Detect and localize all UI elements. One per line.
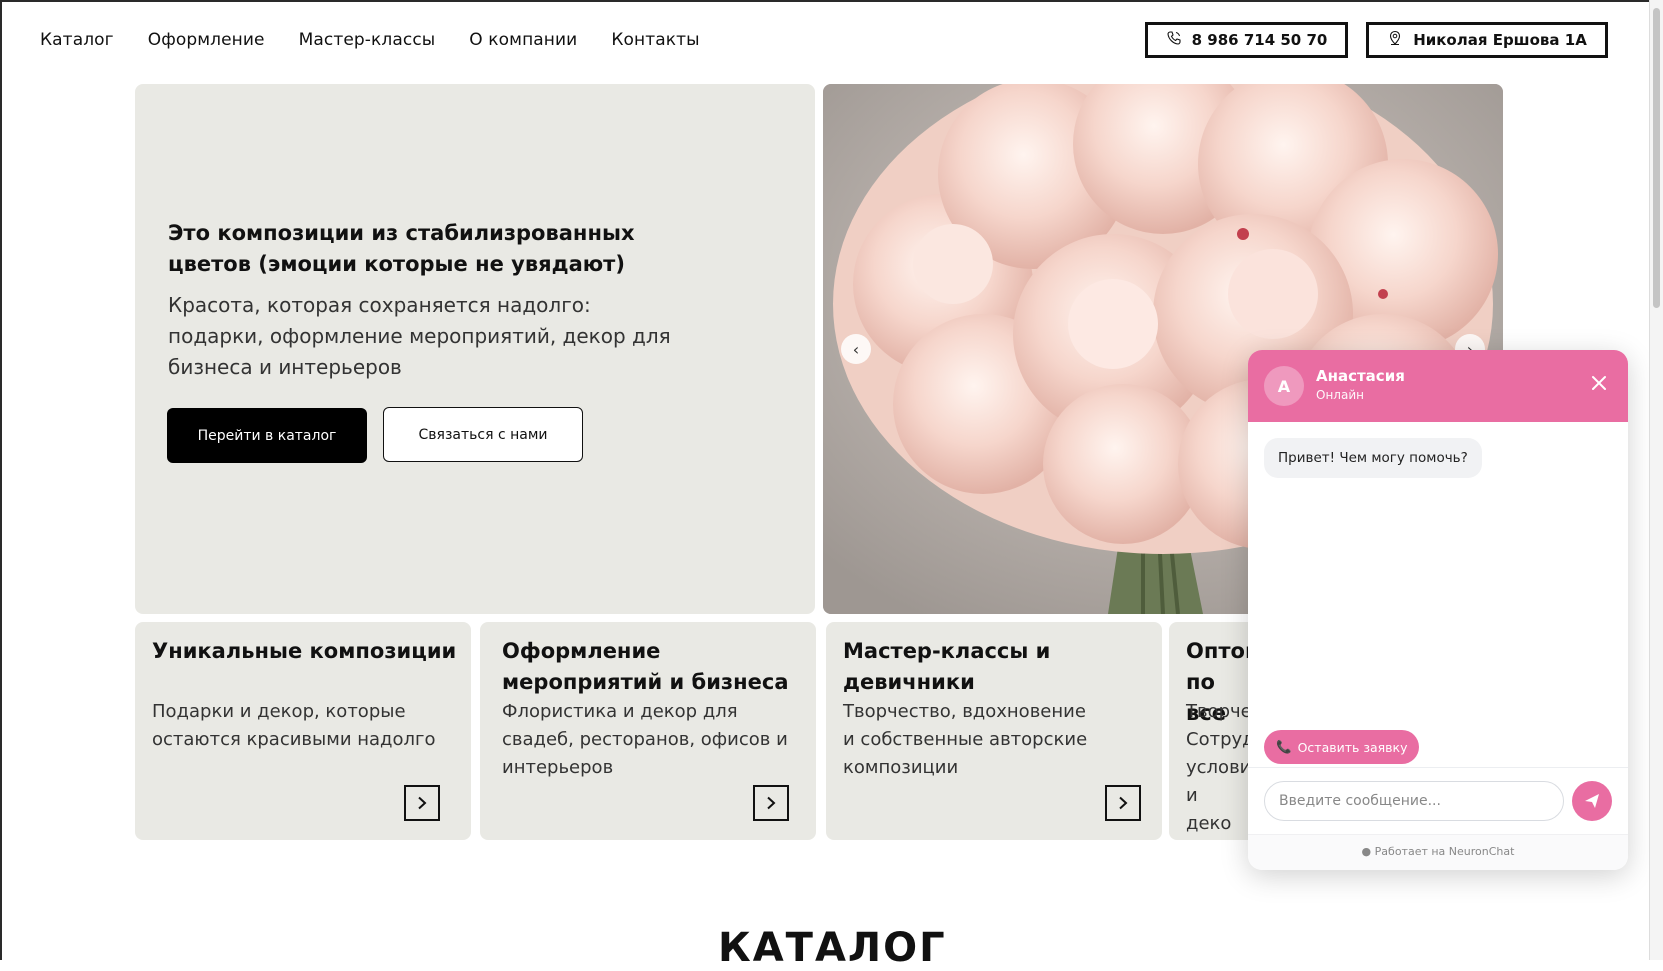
chat-message-input[interactable]: Введите сообщение... <box>1264 781 1564 821</box>
contact-us-button[interactable]: Связаться с нами <box>383 407 583 462</box>
chat-close-button[interactable] <box>1590 374 1608 392</box>
hero-subtitle: Красота, которая сохраняется надолго: по… <box>168 293 671 379</box>
phone-button[interactable]: 8 986 714 50 70 <box>1145 22 1348 58</box>
chevron-left-icon: ‹ <box>852 339 860 359</box>
slider-prev-button[interactable]: ‹ <box>841 334 871 364</box>
card-title: Мастер-классы и девичники <box>843 639 1051 694</box>
main-nav: Каталог Оформление Мастер-классы О компа… <box>40 30 734 50</box>
chevron-right-icon <box>418 796 427 810</box>
card-title: Оформление мероприятий и бизнеса <box>502 639 789 694</box>
card-arrow-button[interactable] <box>1105 785 1141 821</box>
chat-bubble-icon: ● <box>1361 845 1372 858</box>
chat-divider <box>1248 767 1628 768</box>
card-title: Уникальные композиции <box>152 639 457 663</box>
phone-icon: 📞 <box>1276 739 1292 754</box>
scrollbar-thumb[interactable] <box>1653 8 1660 308</box>
hero-text-panel: Это композиции из стабилизрованных цвето… <box>135 84 815 614</box>
card-arrow-button[interactable] <box>753 785 789 821</box>
nav-catalog[interactable]: Каталог <box>40 30 114 50</box>
leave-request-button[interactable]: 📞 Оставить заявку <box>1264 730 1420 764</box>
nav-masterclasses[interactable]: Мастер-классы <box>299 30 436 50</box>
phone-number: 8 986 714 50 70 <box>1191 31 1328 49</box>
chevron-right-icon <box>767 796 776 810</box>
card-masterclasses[interactable]: Мастер-классы и девичники Творчество, вд… <box>826 622 1162 840</box>
card-text: Флористика и декор для свадеб, ресторано… <box>502 701 788 778</box>
address-button[interactable]: Николая Ершова 1А <box>1366 22 1608 58</box>
leave-request-label: Оставить заявку <box>1297 739 1408 755</box>
go-to-catalog-button[interactable]: Перейти в каталог <box>167 408 367 463</box>
avatar: А <box>1264 366 1304 406</box>
nav-contacts[interactable]: Контакты <box>611 30 699 50</box>
chat-status: Онлайн <box>1316 388 1364 402</box>
window-frame-top <box>0 0 1663 2</box>
hero-title: Это композиции из стабилизрованных цвето… <box>168 221 635 276</box>
powered-by-text: Работает на NeuronChat <box>1374 845 1515 858</box>
chat-message-greeting: Привет! Чем могу помочь? <box>1264 438 1482 478</box>
chevron-right-icon <box>1119 796 1128 810</box>
catalog-heading: КАТАЛОГ <box>718 925 947 971</box>
chat-powered-by[interactable]: ● Работает на NeuronChat <box>1248 845 1628 858</box>
card-text: Творчество, вдохновение и собственные ав… <box>843 701 1088 778</box>
page-scrollbar[interactable] <box>1649 0 1663 960</box>
card-arrow-button[interactable] <box>404 785 440 821</box>
phone-icon <box>1166 30 1182 50</box>
card-text: Творче Сотруд услови и деко <box>1186 701 1255 834</box>
window-frame-left <box>0 0 2 960</box>
nav-about[interactable]: О компании <box>469 30 577 50</box>
send-icon <box>1585 794 1599 808</box>
card-event-design[interactable]: Оформление мероприятий и бизнеса Флорист… <box>480 622 816 840</box>
chat-widget: А Анастасия Онлайн Привет! Чем могу помо… <box>1248 350 1628 870</box>
nav-design[interactable]: Оформление <box>148 30 265 50</box>
location-pin-icon <box>1387 30 1403 50</box>
chat-agent-name: Анастасия <box>1316 367 1405 385</box>
card-unique-compositions[interactable]: Уникальные композиции Подарки и декор, к… <box>135 622 471 840</box>
chat-header: А Анастасия Онлайн <box>1248 350 1628 422</box>
address-text: Николая Ершова 1А <box>1413 31 1587 49</box>
chat-send-button[interactable] <box>1572 781 1612 821</box>
close-icon <box>1592 376 1606 390</box>
card-text: Подарки и декор, которые остаются красив… <box>152 701 436 750</box>
